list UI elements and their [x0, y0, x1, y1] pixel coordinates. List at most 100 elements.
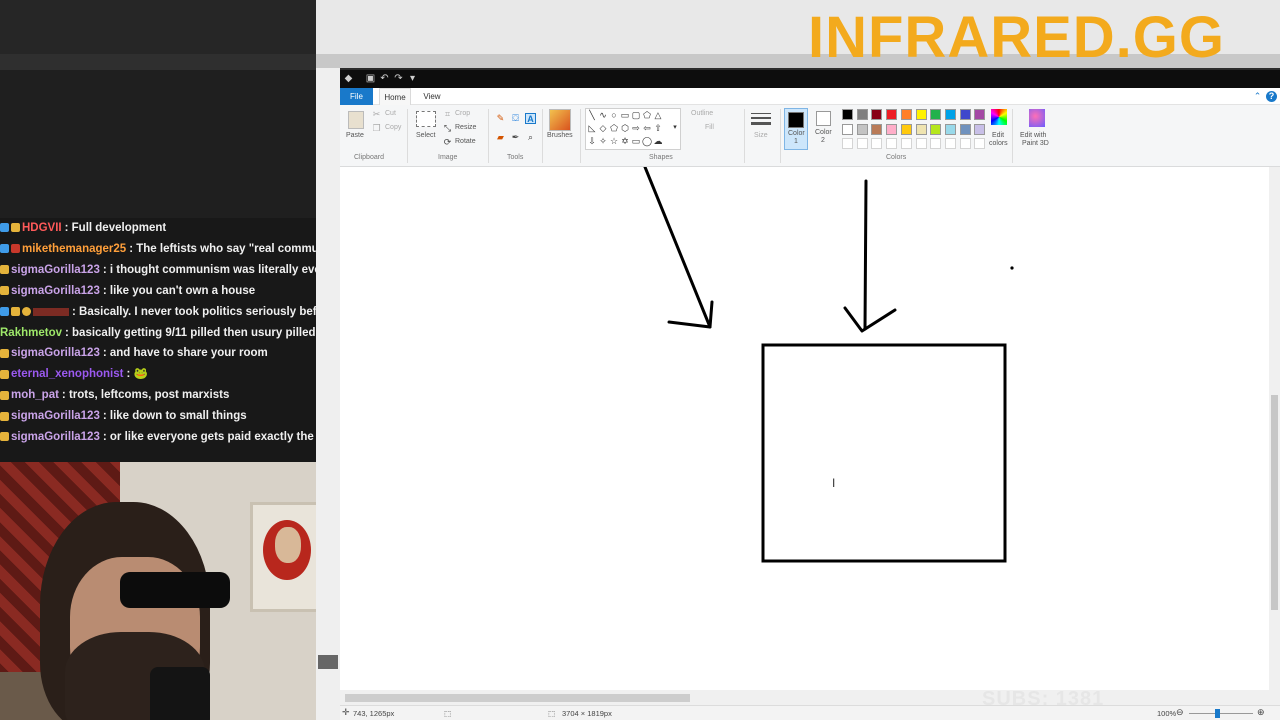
down-arrow-shape-icon[interactable]: ⇩ — [587, 136, 597, 146]
palette-swatch[interactable] — [842, 123, 853, 135]
size-icon[interactable] — [751, 111, 771, 127]
horizontal-scroll-thumb[interactable] — [345, 694, 690, 702]
edit-colors-icon[interactable] — [991, 109, 1007, 125]
custom-color-slot[interactable] — [930, 138, 942, 149]
menu-file[interactable]: File — [340, 88, 373, 105]
left-arrow-shape-icon[interactable]: ⇦ — [642, 123, 652, 133]
text-tool-icon[interactable]: A — [525, 113, 536, 124]
size-button[interactable]: Size — [754, 132, 768, 139]
paint3d-icon[interactable] — [1029, 109, 1045, 127]
edit-colors-label-2[interactable]: colors — [989, 140, 1008, 147]
copy-button[interactable]: Copy — [385, 124, 401, 131]
paste-icon[interactable] — [348, 111, 364, 129]
palette-swatch[interactable] — [886, 123, 898, 135]
palette-swatch[interactable] — [915, 109, 927, 120]
hexagon-shape-icon[interactable]: ⬡ — [620, 123, 630, 133]
select-icon[interactable] — [416, 111, 436, 127]
oval-callout-shape-icon[interactable]: ◯ — [642, 136, 652, 146]
zoom-slider-thumb[interactable] — [1215, 709, 1220, 718]
rectangle-shape-icon[interactable]: ▭ — [620, 110, 630, 120]
brushes-button[interactable]: Brushes — [547, 132, 573, 139]
rotate-icon[interactable]: ⟳ — [442, 137, 453, 148]
fill-bucket-icon[interactable]: ⛋ — [510, 113, 521, 124]
tab-view[interactable]: View — [418, 88, 446, 105]
callout-shape-icon[interactable]: ▭ — [631, 136, 641, 146]
chat-username[interactable]: moh_pat — [11, 389, 59, 401]
right-arrow-shape-icon[interactable]: ⇨ — [631, 123, 641, 133]
copy-icon[interactable]: ❐ — [371, 123, 382, 134]
curve-shape-icon[interactable]: ∿ — [598, 110, 608, 120]
palette-swatch[interactable] — [930, 123, 942, 135]
shapes-gallery[interactable]: ╲ ∿ ○ ▭ ▢ ⬠ △ ◺ ◇ ⬠ ⬡ ⇨ ⇦ ⇧ ⇩ ✧ ☆ ✡ ▭ ◯ — [585, 108, 681, 150]
custom-color-slot[interactable] — [871, 138, 883, 149]
collapse-ribbon-icon[interactable]: ⌃ — [1252, 91, 1263, 102]
pencil-icon[interactable]: ✎ — [495, 113, 506, 124]
custom-color-slot[interactable] — [974, 138, 986, 149]
paste-button[interactable]: Paste — [346, 132, 364, 139]
palette-swatch[interactable] — [900, 109, 912, 120]
fill-button[interactable]: Fill — [705, 124, 714, 131]
oval-shape-icon[interactable]: ○ — [609, 110, 619, 120]
rotate-button[interactable]: Rotate — [455, 138, 476, 145]
polygon-shape-icon[interactable]: ⬠ — [642, 110, 652, 120]
custom-color-slot[interactable] — [842, 138, 853, 149]
drawing-canvas[interactable]: I — [340, 167, 1269, 690]
four-point-star-shape-icon[interactable]: ✧ — [598, 136, 608, 146]
color2-button[interactable]: Color 2 — [812, 108, 836, 150]
custom-color-slot[interactable] — [959, 138, 971, 149]
palette-swatch[interactable] — [959, 109, 971, 120]
chat-username[interactable]: sigmaGorilla123 — [11, 410, 100, 422]
line-shape-icon[interactable]: ╲ — [587, 110, 597, 120]
redo-icon[interactable]: ↷ — [393, 73, 404, 84]
help-icon[interactable]: ? — [1266, 91, 1277, 102]
palette-swatch[interactable] — [944, 123, 956, 135]
custom-color-slot[interactable] — [915, 138, 927, 149]
chat-username[interactable]: sigmaGorilla123 — [11, 264, 100, 276]
crop-button[interactable]: Crop — [455, 110, 470, 117]
resize-button[interactable]: Resize — [455, 124, 476, 131]
chat-username[interactable]: sigmaGorilla123 — [11, 347, 100, 359]
palette-swatch[interactable] — [974, 123, 986, 135]
palette-swatch[interactable] — [959, 123, 971, 135]
six-point-star-shape-icon[interactable]: ✡ — [620, 136, 630, 146]
custom-color-slot[interactable] — [886, 138, 898, 149]
palette-swatch[interactable] — [842, 109, 853, 120]
palette-swatch[interactable] — [974, 109, 986, 120]
palette-swatch[interactable] — [944, 109, 956, 120]
palette-swatch[interactable] — [871, 123, 883, 135]
chat-username[interactable]: sigmaGorilla123 — [11, 285, 100, 297]
rounded-rectangle-shape-icon[interactable]: ▢ — [631, 110, 641, 120]
palette-swatch[interactable] — [871, 109, 883, 120]
vertical-scroll-thumb[interactable] — [1271, 395, 1278, 610]
five-point-star-shape-icon[interactable]: ☆ — [609, 136, 619, 146]
color1-button[interactable]: Color 1 — [784, 108, 808, 150]
cut-button[interactable]: Cut — [385, 110, 396, 117]
palette-swatch[interactable] — [900, 123, 912, 135]
cut-icon[interactable]: ✂ — [371, 109, 382, 120]
chat-username[interactable]: Rakhmetov — [0, 327, 62, 339]
select-button[interactable]: Select — [416, 132, 435, 139]
shapes-scroll-icon[interactable]: ▾ — [670, 123, 680, 133]
chat-username[interactable]: HDGVII — [22, 222, 62, 234]
custom-color-slot[interactable] — [856, 138, 868, 149]
triangle-shape-icon[interactable]: △ — [653, 110, 663, 120]
right-triangle-shape-icon[interactable]: ◺ — [587, 123, 597, 133]
zoom-out-icon[interactable]: ⊖ — [1176, 707, 1184, 718]
save-icon[interactable]: ▣ — [365, 73, 376, 84]
cloud-callout-shape-icon[interactable]: ☁ — [653, 136, 663, 146]
outline-button[interactable]: Outline — [691, 110, 713, 117]
eraser-icon[interactable]: ▰ — [495, 132, 506, 143]
zoom-in-icon[interactable]: ⊕ — [1257, 707, 1265, 718]
color-picker-icon[interactable]: ✒ — [510, 132, 521, 143]
palette-swatch[interactable] — [856, 123, 868, 135]
chat-username[interactable]: eternal_xenophonist — [11, 368, 123, 380]
brushes-icon[interactable] — [549, 109, 571, 131]
up-arrow-shape-icon[interactable]: ⇧ — [653, 123, 663, 133]
edit-colors-label[interactable]: Edit — [992, 132, 1004, 139]
chat-username[interactable]: mikethemanager25 — [22, 243, 126, 255]
diamond-shape-icon[interactable]: ◇ — [598, 123, 608, 133]
palette-swatch[interactable] — [915, 123, 927, 135]
palette-swatch[interactable] — [886, 109, 898, 120]
palette-swatch[interactable] — [930, 109, 942, 120]
custom-color-slot[interactable] — [944, 138, 956, 149]
